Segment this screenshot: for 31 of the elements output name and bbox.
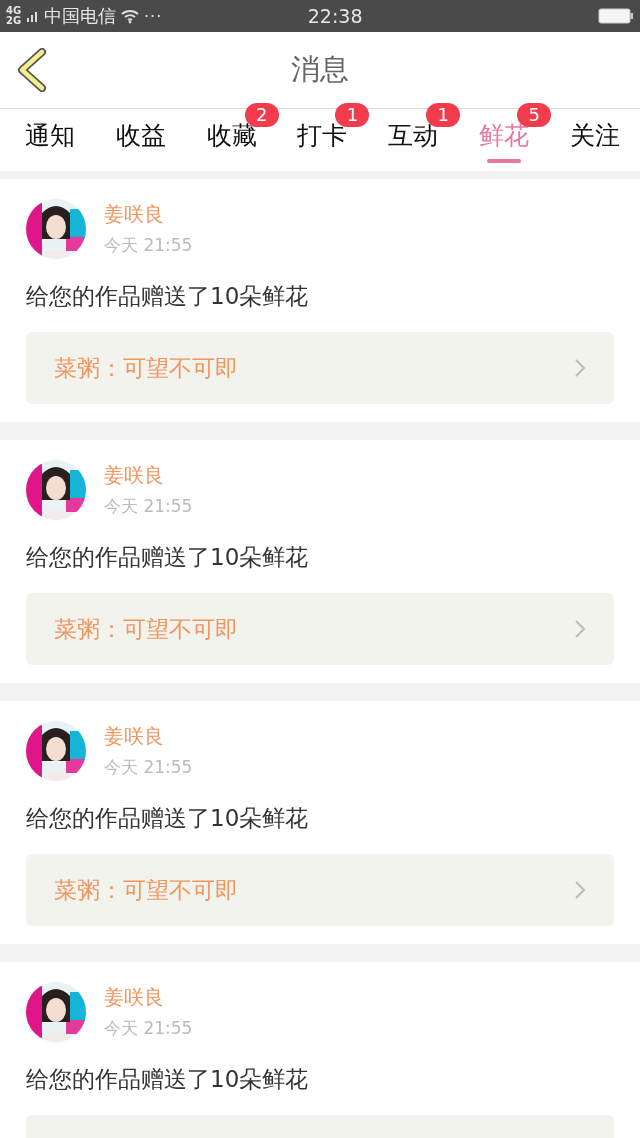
message-text: 给您的作品赠送了10朵鲜花 [26,282,310,311]
tab[interactable]: 关注 [569,109,620,163]
page-title: 消息 [291,51,349,88]
user-name[interactable]: 姜咲良 [104,201,193,228]
chevron-icon [574,880,586,900]
wifi-icon [120,8,140,24]
message-text: 给您的作品赠送了10朵鲜花 [26,1065,310,1094]
chevron-icon [574,619,586,639]
tab[interactable]: 收益 [115,109,166,163]
work-link[interactable]: 菜粥：可望不可即 [26,332,614,404]
carrier-name: 中国电信 [44,4,116,28]
work-link[interactable]: 菜粥：可望不可即 [26,854,614,926]
network-type: 4G 2G [6,6,22,26]
message-time: 今天 21:55 [104,495,193,518]
user-name[interactable]: 姜咲良 [104,462,193,489]
clock: 22:38 [307,5,364,27]
battery-icon [598,8,634,24]
signal-icon [26,9,40,23]
count-badge: 1 [335,103,370,127]
work-link[interactable]: 菜粥：可望不可即 [26,593,614,665]
more-indicator: ··· [144,6,163,26]
message-time: 今天 21:55 [104,234,193,257]
message-text: 给您的作品赠送了10朵鲜花 [26,543,310,572]
message-text: 给您的作品赠送了10朵鲜花 [26,804,310,833]
user-name[interactable]: 姜咲良 [104,984,193,1011]
message-time: 今天 21:55 [104,756,193,779]
user-name[interactable]: 姜咲良 [104,723,193,750]
tab[interactable]: 通知 [25,109,75,163]
message-time: 今天 21:55 [104,1017,193,1040]
chevron-icon [574,358,586,378]
back-icon[interactable] [16,48,48,92]
